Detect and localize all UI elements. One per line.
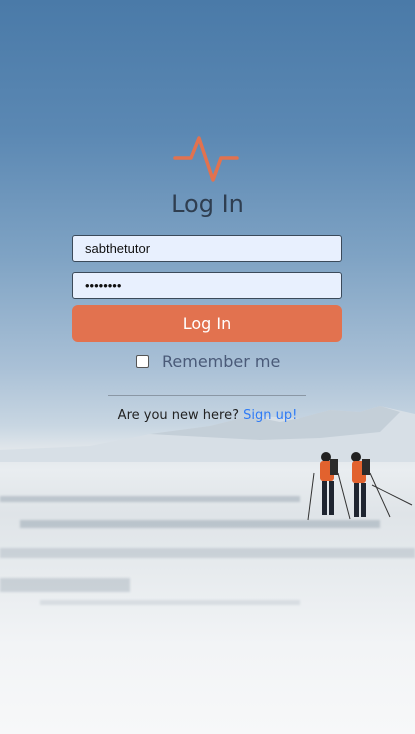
signup-prompt-line: Are you new here? Sign up! <box>0 408 415 423</box>
password-field[interactable] <box>72 272 342 299</box>
username-field[interactable] <box>72 235 342 262</box>
heartbeat-pulse-icon <box>173 136 239 182</box>
login-button[interactable]: Log In <box>72 305 342 342</box>
divider <box>108 395 306 396</box>
remember-me-label[interactable]: Remember me <box>162 352 280 371</box>
remember-me-checkbox[interactable] <box>136 355 149 368</box>
remember-me-row: Remember me <box>136 352 280 371</box>
signup-prompt-text: Are you new here? <box>117 408 239 423</box>
page-title: Log In <box>171 190 244 218</box>
signup-link[interactable]: Sign up! <box>243 408 297 423</box>
hikers-figures <box>307 452 413 521</box>
